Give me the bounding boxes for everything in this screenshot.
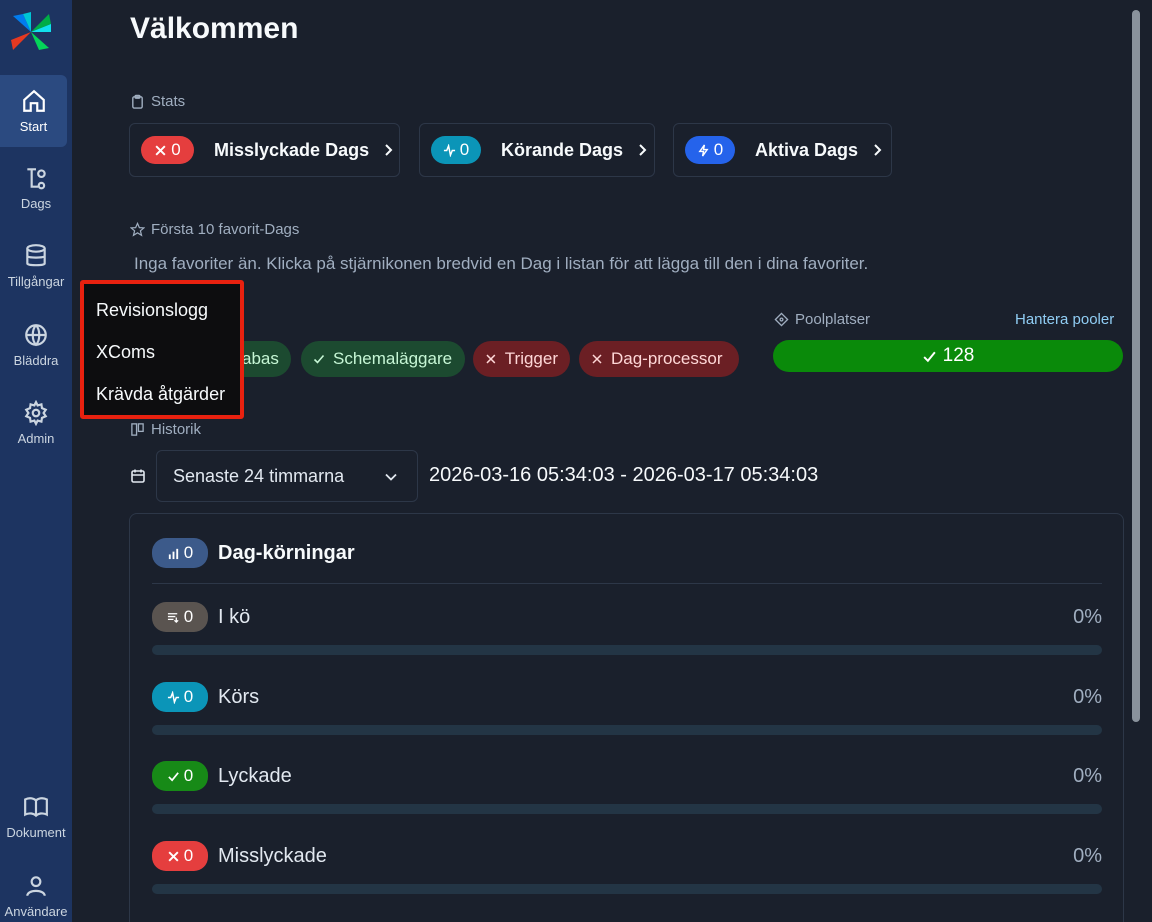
progress-bar [152,645,1102,655]
calendar-icon [131,469,145,483]
user-icon [26,876,46,897]
airflow-logo[interactable] [9,10,53,54]
home-icon [22,89,45,112]
main-content: Välkommen Stats 0 Misslyckade Dags 0 Kör… [72,0,1127,922]
stat-card-failed[interactable]: 0 Misslyckade Dags [129,123,400,177]
history-icon [131,423,144,436]
database-icon [26,244,46,267]
row-percent: 0% [1073,686,1102,708]
nav-dags[interactable]: Dags [0,152,72,224]
row-percent: 0% [1073,845,1102,867]
nav-label: Dags [20,196,52,211]
activity-icon [443,143,455,157]
date-range-text: 2026-03-16 05:34:03 - 2026-03-17 05:34:0… [429,464,819,486]
row-label: Lyckade [218,764,292,787]
run-row-queued[interactable]: 0 I kö 0% [152,602,1102,672]
nav-tillgangar[interactable]: Tillgångar [0,230,72,302]
activity-icon [167,690,179,704]
pool-slots-bar[interactable]: 128 [773,340,1123,372]
active-count-badge: 0 [685,136,735,164]
lightning-icon [698,144,709,156]
nav-label: Bläddra [13,353,59,368]
clipboard-icon [132,94,143,109]
queued-count-badge: 0 [152,602,208,632]
bar-chart-icon [168,548,178,559]
nav-dokument[interactable]: Dokument [0,781,72,853]
health-scheduler[interactable]: Schemaläggare [301,341,465,377]
nav-admin[interactable]: Admin [0,387,72,459]
globe-icon [25,324,47,347]
x-icon [168,850,179,862]
row-label: Misslyckade [218,844,327,867]
check-icon [168,771,179,781]
gear-icon [24,400,48,426]
nav-label: Användare [4,904,68,919]
failed-count-badge: 0 [141,136,194,164]
browse-dropdown-menu: Revisionslogg XComs Krävda åtgärder [80,280,244,419]
check-icon [313,354,325,364]
sidebar: Start Dags Tillgångar Bläddra Admin Doku… [0,0,72,922]
dag-runs-total-badge: 0 [152,538,208,568]
failed-count-badge: 0 [152,841,208,871]
progress-bar [152,804,1102,814]
progress-bar [152,884,1102,894]
row-percent: 0% [1073,606,1102,628]
nav-label: Admin [17,431,55,446]
stat-label: Körande Dags [501,139,624,160]
success-count-badge: 0 [152,761,208,791]
dag-runs-header: 0 Dag-körningar [152,538,355,568]
book-icon [24,797,48,818]
page-title: Välkommen [130,12,299,45]
menu-item-required-actions[interactable]: Krävda åtgärder [84,382,240,424]
nav-label: Tillgångar [7,274,65,289]
nav-anvandare[interactable]: Användare [0,860,72,922]
scrollbar[interactable] [1127,0,1152,922]
nav-label: Start [19,119,48,134]
stat-card-active[interactable]: 0 Aktiva Dags [673,123,892,177]
stat-label: Misslyckade Dags [214,139,370,160]
run-row-running[interactable]: 0 Körs 0% [152,682,1102,752]
health-dag-processor[interactable]: Dag-processor [579,341,739,377]
chevron-right-icon [385,144,393,156]
manage-pools-link[interactable]: Hantera pooler [1015,311,1114,328]
x-icon [592,354,602,364]
progress-bar [152,725,1102,735]
chevron-down-icon [385,473,397,481]
row-label: I kö [218,605,251,628]
dag-runs-panel: 0 Dag-körningar 0 I kö 0% 0 Körs 0% 0 Ly… [129,513,1124,922]
run-row-failed[interactable]: 0 Misslyckade 0% [152,841,1102,911]
menu-item-xcoms[interactable]: XComs [84,340,240,382]
time-range-select[interactable]: Senaste 24 timmarna [156,450,418,502]
running-count-badge: 0 [431,136,481,164]
run-row-success[interactable]: 0 Lyckade 0% [152,761,1102,831]
favorites-label: Första 10 favorit-Dags [130,221,299,238]
x-icon [486,354,496,364]
row-percent: 0% [1073,765,1102,787]
chevron-right-icon [639,144,647,156]
running-count-badge: 0 [152,682,208,712]
target-icon [774,312,789,327]
stat-label: Aktiva Dags [755,139,859,160]
check-icon [923,351,936,362]
pool-label: Poolplatser [774,311,870,328]
chevron-right-icon [874,144,882,156]
row-label: Körs [218,685,260,708]
nav-bladdra[interactable]: Bläddra [0,309,72,381]
scrollbar-thumb[interactable] [1132,10,1140,722]
nav-start[interactable]: Start [0,75,67,147]
dags-icon [27,168,46,190]
health-trigger[interactable]: Trigger [473,341,570,377]
menu-item-audit-log[interactable]: Revisionslogg [84,298,240,340]
nav-label: Dokument [6,825,66,840]
divider [152,583,1102,584]
queue-icon [167,612,179,623]
stat-card-running[interactable]: 0 Körande Dags [419,123,655,177]
x-icon [155,144,166,156]
star-icon [130,222,145,237]
stats-label: Stats [130,93,185,110]
favorites-empty-text: Inga favoriter än. Klicka på stjärnikone… [134,254,869,273]
